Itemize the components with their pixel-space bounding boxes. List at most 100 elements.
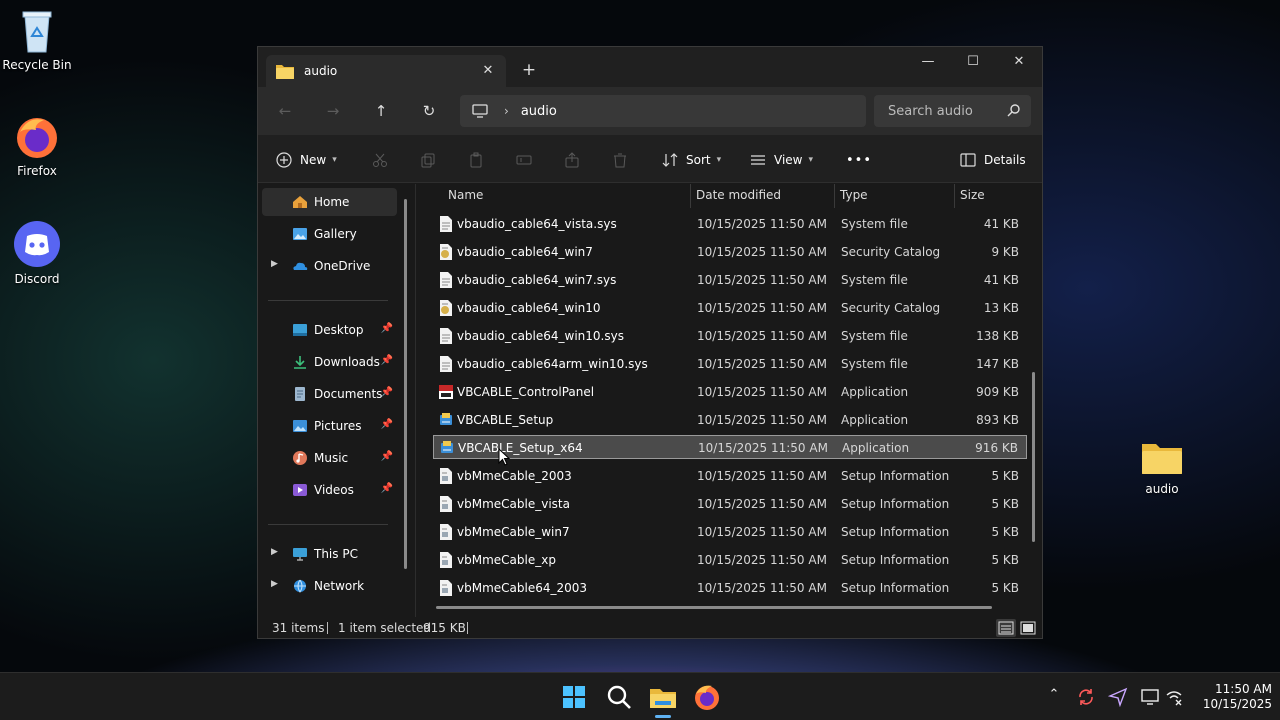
file-type: Security Catalog bbox=[841, 301, 941, 315]
file-size: 893 KB bbox=[976, 413, 1019, 427]
file-explorer-icon[interactable] bbox=[647, 681, 679, 713]
sidebar-item-label: Desktop bbox=[314, 323, 364, 337]
large-icons-view-icon[interactable] bbox=[1018, 619, 1038, 637]
file-row[interactable]: vbMmeCable_win7 10/15/2025 11:50 AM Setup … bbox=[433, 520, 1027, 544]
sidebar-item-videos[interactable]: Videos 📌 bbox=[262, 476, 397, 504]
file-row[interactable]: vbaudio_cable64_win7.sys 10/15/2025 11:50… bbox=[433, 268, 1027, 292]
file-date-modified: 10/15/2025 11:50 AM bbox=[697, 497, 827, 511]
close-button[interactable]: ✕ bbox=[996, 47, 1042, 77]
search-icon[interactable] bbox=[603, 681, 635, 713]
clock[interactable]: 11:50 AM 10/15/2025 bbox=[1192, 682, 1272, 712]
chevron-down-icon: ▾ bbox=[332, 155, 337, 165]
refresh-button[interactable]: ↻ bbox=[414, 99, 444, 123]
file-name: vbMmeCable_2003 bbox=[457, 469, 572, 483]
file-type: Setup Information bbox=[841, 553, 950, 567]
title-bar: audio ✕ + — ☐ ✕ bbox=[258, 47, 1042, 87]
details-pane-button[interactable]: Details bbox=[960, 147, 1026, 173]
share-button[interactable] bbox=[564, 147, 580, 173]
file-row[interactable]: vbaudio_cable64_win10 10/15/2025 11:50 AM… bbox=[433, 296, 1027, 320]
copy-button[interactable] bbox=[420, 147, 436, 173]
up-button[interactable]: ↑ bbox=[366, 99, 396, 123]
back-button[interactable]: ← bbox=[270, 99, 300, 123]
file-row[interactable]: vbMmeCable_xp 10/15/2025 11:50 AM Setup In… bbox=[433, 548, 1027, 572]
chevron-right-icon[interactable]: ▶ bbox=[271, 579, 278, 589]
file-row[interactable]: vbaudio_cable64_win7 10/15/2025 11:50 AM S… bbox=[433, 240, 1027, 264]
desktop-icon bbox=[293, 324, 307, 336]
desktop-icon-discord[interactable]: Discord bbox=[0, 220, 77, 286]
sort-button[interactable]: Sort ▾ bbox=[662, 147, 721, 173]
sidebar-item-label: Downloads bbox=[314, 355, 380, 369]
sidebar-item-desktop[interactable]: Desktop 📌 bbox=[262, 316, 397, 344]
minimize-button[interactable]: — bbox=[905, 47, 951, 77]
display-icon[interactable] bbox=[1140, 687, 1160, 707]
network-icon[interactable] bbox=[1164, 687, 1184, 707]
chevron-down-icon: ▾ bbox=[808, 155, 814, 165]
sidebar-item-documents[interactable]: Documents 📌 bbox=[262, 380, 397, 408]
tab-close-button[interactable]: ✕ bbox=[478, 61, 498, 81]
desktop-icon-audio-folder[interactable]: audio bbox=[1122, 438, 1202, 496]
new-button[interactable]: New ▾ bbox=[276, 147, 337, 173]
start-icon[interactable] bbox=[558, 681, 590, 713]
file-size: 5 KB bbox=[991, 581, 1019, 595]
sidebar-item-gallery[interactable]: Gallery bbox=[262, 220, 397, 248]
music-icon bbox=[293, 451, 307, 465]
sync-icon[interactable] bbox=[1076, 687, 1096, 707]
maximize-button[interactable]: ☐ bbox=[950, 47, 996, 77]
sidebar-item-home[interactable]: Home bbox=[262, 188, 397, 216]
chevron-right-icon[interactable]: ▶ bbox=[271, 547, 278, 557]
file-row[interactable]: VBCABLE_Setup 10/15/2025 11:50 AM Applicat… bbox=[433, 408, 1027, 432]
forward-button[interactable]: → bbox=[318, 99, 348, 123]
file-type: Setup Information bbox=[841, 525, 950, 539]
file-list-vertical-scrollbar[interactable] bbox=[1032, 372, 1035, 542]
file-row[interactable]: VBCABLE_ControlPanel 10/15/2025 11:50 AM A… bbox=[433, 380, 1027, 404]
sidebar-item-music[interactable]: Music 📌 bbox=[262, 444, 397, 472]
sidebar-scrollbar[interactable] bbox=[404, 199, 407, 569]
sidebar-item-this-pc[interactable]: ▶ This PC bbox=[262, 540, 397, 568]
search-placeholder: Search audio bbox=[888, 103, 973, 119]
file-row[interactable]: vbaudio_cable64arm_win10.sys 10/15/2025 1… bbox=[433, 352, 1027, 376]
chevron-up-icon[interactable]: ⌃ bbox=[1044, 687, 1064, 707]
column-header-name[interactable]: Name bbox=[440, 184, 483, 208]
chevron-right-icon[interactable]: ▶ bbox=[271, 259, 278, 269]
breadcrumb-chevron[interactable]: › bbox=[504, 104, 509, 118]
sidebar-item-onedrive[interactable]: ▶ OneDrive bbox=[262, 252, 397, 280]
details-view-icon[interactable] bbox=[996, 619, 1016, 637]
more-options-button[interactable]: ••• bbox=[846, 147, 872, 173]
send-icon[interactable] bbox=[1108, 687, 1128, 707]
system-file-icon bbox=[440, 356, 452, 372]
desktop-icon-recycle-bin[interactable]: Recycle Bin bbox=[0, 8, 77, 72]
command-bar: New ▾ Sort ▾ View ▾ ••• Details bbox=[258, 135, 1042, 183]
column-header-date[interactable]: Date modified bbox=[688, 184, 781, 208]
firefox-icon[interactable] bbox=[691, 681, 723, 713]
desktop-icon-firefox[interactable]: Firefox bbox=[0, 114, 77, 178]
paste-button[interactable] bbox=[468, 147, 484, 173]
cut-button[interactable] bbox=[372, 147, 388, 173]
file-type: System file bbox=[841, 217, 908, 231]
sidebar-item-downloads[interactable]: Downloads 📌 bbox=[262, 348, 397, 376]
file-type: Application bbox=[842, 441, 910, 455]
file-row[interactable]: vbaudio_cable64_win10.sys 10/15/2025 11:5… bbox=[433, 324, 1027, 348]
file-row[interactable]: vbMmeCable_2003 10/15/2025 11:50 AM Setup … bbox=[433, 464, 1027, 488]
tab-audio[interactable]: audio ✕ bbox=[266, 55, 506, 87]
file-name: vbMmeCable_vista bbox=[457, 497, 570, 511]
rename-button[interactable] bbox=[516, 147, 532, 173]
new-tab-button[interactable]: + bbox=[518, 59, 540, 81]
file-row[interactable]: vbaudio_cable64_vista.sys 10/15/2025 11:5… bbox=[433, 212, 1027, 236]
view-button[interactable]: View ▾ bbox=[750, 147, 813, 173]
more-options-label: ••• bbox=[846, 152, 873, 168]
sidebar-item-network[interactable]: ▶ Network bbox=[262, 572, 397, 600]
delete-button[interactable] bbox=[612, 147, 628, 173]
file-row[interactable]: vbMmeCable64_2003 10/15/2025 11:50 AM Setu… bbox=[433, 576, 1027, 600]
file-list-horizontal-scrollbar[interactable] bbox=[436, 606, 992, 609]
search-input[interactable]: Search audio bbox=[874, 95, 1031, 127]
file-size: 41 KB bbox=[983, 217, 1019, 231]
sidebar-item-pictures[interactable]: Pictures 📌 bbox=[262, 412, 397, 440]
rename-icon bbox=[516, 155, 532, 165]
column-header-type[interactable]: Type bbox=[832, 184, 868, 208]
column-header-size[interactable]: Size bbox=[952, 184, 985, 208]
file-row-selected[interactable]: VBCABLE_Setup_x64 10/15/2025 11:50 AM Appl… bbox=[433, 435, 1027, 459]
tab-title: audio bbox=[304, 64, 338, 78]
file-row[interactable]: vbMmeCable_vista 10/15/2025 11:50 AM Setup… bbox=[433, 492, 1027, 516]
address-bar[interactable]: › audio bbox=[460, 95, 866, 127]
breadcrumb-audio[interactable]: audio bbox=[521, 104, 557, 119]
